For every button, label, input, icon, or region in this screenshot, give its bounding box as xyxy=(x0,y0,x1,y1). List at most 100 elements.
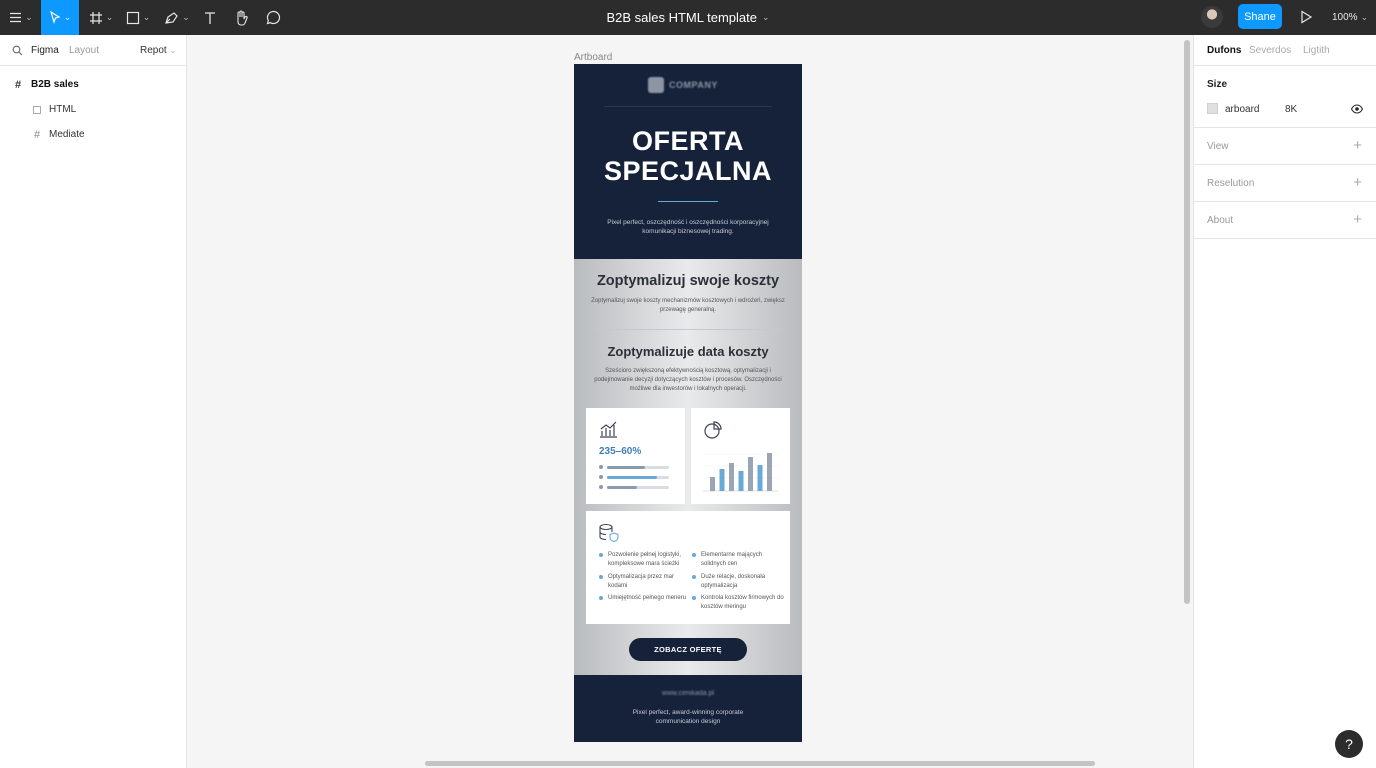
horizontal-scrollbar[interactable] xyxy=(425,761,1095,766)
chevron-down-icon: ⌄ xyxy=(142,12,151,22)
hero-title: OFERTA SPECJALNA xyxy=(574,126,802,186)
chevron-down-icon: ⌄ xyxy=(63,12,72,22)
chart-bar xyxy=(767,453,772,491)
page-selector[interactable]: Repot ⌄ xyxy=(140,45,176,56)
zoom-menu[interactable]: 100% ⌄ xyxy=(1332,0,1368,35)
avatar[interactable] xyxy=(1201,6,1223,28)
chart-bar xyxy=(710,477,715,491)
comment-tool-button[interactable] xyxy=(262,0,284,35)
color-swatch[interactable] xyxy=(1207,103,1218,114)
email-artboard[interactable]: COMPANY OFERTA SPECJALNA Pixel perfect, … xyxy=(574,64,802,742)
frame-tool-icon xyxy=(89,11,102,24)
about-section[interactable]: About + xyxy=(1194,202,1376,239)
database-shield-icon xyxy=(599,523,619,543)
logo-mark-icon xyxy=(648,77,664,93)
email-footer: www.cenikada.pl Pixel perfect, award-win… xyxy=(574,675,802,742)
present-play-icon[interactable] xyxy=(1298,9,1314,25)
stat-bar-fill xyxy=(607,475,657,479)
layer-label: B2B sales xyxy=(31,79,79,90)
layer-label: HTML xyxy=(49,104,77,115)
properties-panel: Dufons Severdos Ligtith Size arboard 8K … xyxy=(1193,35,1376,768)
section-label: Reselution xyxy=(1207,178,1255,189)
chevron-down-icon: ⌄ xyxy=(169,45,177,55)
stat-bar-fill xyxy=(607,485,637,489)
feature-item: Duże relacje, doskonała optymalizacja xyxy=(692,573,785,591)
tab-severdos[interactable]: Severdos xyxy=(1249,45,1291,56)
stat-bar-track xyxy=(607,475,669,479)
frame-icon: # xyxy=(33,128,41,141)
hero-accent-line xyxy=(658,201,718,202)
pen-tool-icon xyxy=(165,11,178,24)
feature-text: Duże relacje, doskonała optymalizacja xyxy=(701,574,766,589)
feature-item: Elementarne mających solidnych cen xyxy=(692,551,785,569)
hand-tool-button[interactable] xyxy=(229,0,253,35)
stat-bar-track xyxy=(607,465,669,469)
resolution-section[interactable]: Reselution + xyxy=(1194,165,1376,202)
chart-bar xyxy=(729,463,734,491)
search-icon[interactable] xyxy=(12,45,23,56)
document-title[interactable]: B2B sales HTML template xyxy=(606,10,757,25)
tab-figma[interactable]: Figma xyxy=(31,45,59,56)
artboard-label[interactable]: Artboard xyxy=(574,52,612,63)
layer-mediate[interactable]: # Mediate xyxy=(0,122,186,147)
move-tool-icon xyxy=(49,11,61,24)
company-logo: COMPANY xyxy=(648,77,728,93)
section-divider xyxy=(594,329,782,330)
layer-html[interactable]: HTML xyxy=(0,97,186,122)
main-menu-button[interactable]: ⌄ xyxy=(4,0,38,35)
bullet-dot xyxy=(599,596,603,600)
bullet-dot xyxy=(692,575,696,579)
pen-tool-button[interactable]: ⌄ xyxy=(161,0,193,35)
section-label: About xyxy=(1207,215,1234,226)
size-name[interactable]: arboard xyxy=(1225,104,1259,115)
bullet-dot xyxy=(599,475,603,479)
stat-value: 235–60% xyxy=(599,446,642,457)
section1-title: Zoptymalizuj swoje koszty xyxy=(596,273,780,289)
feature-text: Pozwolenie pełnej logistyki, kompleksowe… xyxy=(608,552,682,567)
page-selector-label: Repot xyxy=(140,44,167,56)
bullet-dot xyxy=(599,465,603,469)
text-tool-button[interactable] xyxy=(199,0,221,35)
eye-icon[interactable] xyxy=(1351,103,1363,115)
frame-tool-button[interactable]: ⌄ xyxy=(85,0,117,35)
comment-tool-icon xyxy=(266,10,280,25)
size-value[interactable]: 8K xyxy=(1285,104,1297,115)
chevron-down-icon: ⌄ xyxy=(182,12,190,22)
size-title: Size xyxy=(1207,79,1228,90)
feature-item: Optymalizacja przez mar kodami xyxy=(599,573,692,591)
section2-title: Zoptymalizuje data koszty xyxy=(607,344,769,359)
tab-layout[interactable]: Layout xyxy=(69,45,99,56)
hand-tool-icon xyxy=(237,9,248,26)
add-icon[interactable]: + xyxy=(1353,211,1362,228)
view-section[interactable]: View + xyxy=(1194,128,1376,165)
add-icon[interactable]: + xyxy=(1353,137,1362,154)
layer-b2b-sales[interactable]: # B2B sales xyxy=(0,72,186,97)
pie-chart-icon xyxy=(704,421,722,439)
cta-button[interactable]: ZOBACZ OFERTĘ xyxy=(629,638,747,661)
feature-text: Kontrola kosztów firmowych do kosztów me… xyxy=(701,595,784,610)
chevron-down-icon[interactable]: ⌄ xyxy=(762,12,770,23)
chevron-down-icon: ⌄ xyxy=(105,12,114,22)
tab-dufons[interactable]: Dufons xyxy=(1207,45,1241,56)
shape-tool-button[interactable]: ⌄ xyxy=(122,0,154,35)
features-card: Pozwolenie pełnej logistyki, kompleksowe… xyxy=(586,511,790,624)
feature-item: Pozwolenie pełnej logistyki, kompleksowe… xyxy=(599,551,692,569)
bullet-dot xyxy=(692,596,696,600)
stat-bar-row xyxy=(599,474,669,480)
stat-bar-track xyxy=(607,485,669,489)
chart-bar xyxy=(719,469,725,491)
hero-title-line1: OFERTA xyxy=(632,126,744,156)
tab-ligtith[interactable]: Ligtith xyxy=(1303,45,1330,56)
add-icon[interactable]: + xyxy=(1353,174,1362,191)
footer-url: www.cenikada.pl xyxy=(661,690,715,697)
help-button[interactable]: ? xyxy=(1335,730,1363,758)
mini-bar-chart xyxy=(703,453,778,492)
chevron-down-icon: ⌄ xyxy=(1360,12,1369,22)
hero-subtitle: Pixel perfect, oszczędność i oszczędnośc… xyxy=(607,219,769,235)
zoom-label: 100% xyxy=(1332,12,1358,23)
vertical-scrollbar[interactable] xyxy=(1184,40,1190,604)
share-button[interactable]: Shane xyxy=(1238,4,1282,29)
feature-item: Umiejętność pełnego meneru xyxy=(599,594,692,603)
hero-divider xyxy=(604,106,772,107)
move-tool-button[interactable]: ⌄ xyxy=(41,0,79,35)
